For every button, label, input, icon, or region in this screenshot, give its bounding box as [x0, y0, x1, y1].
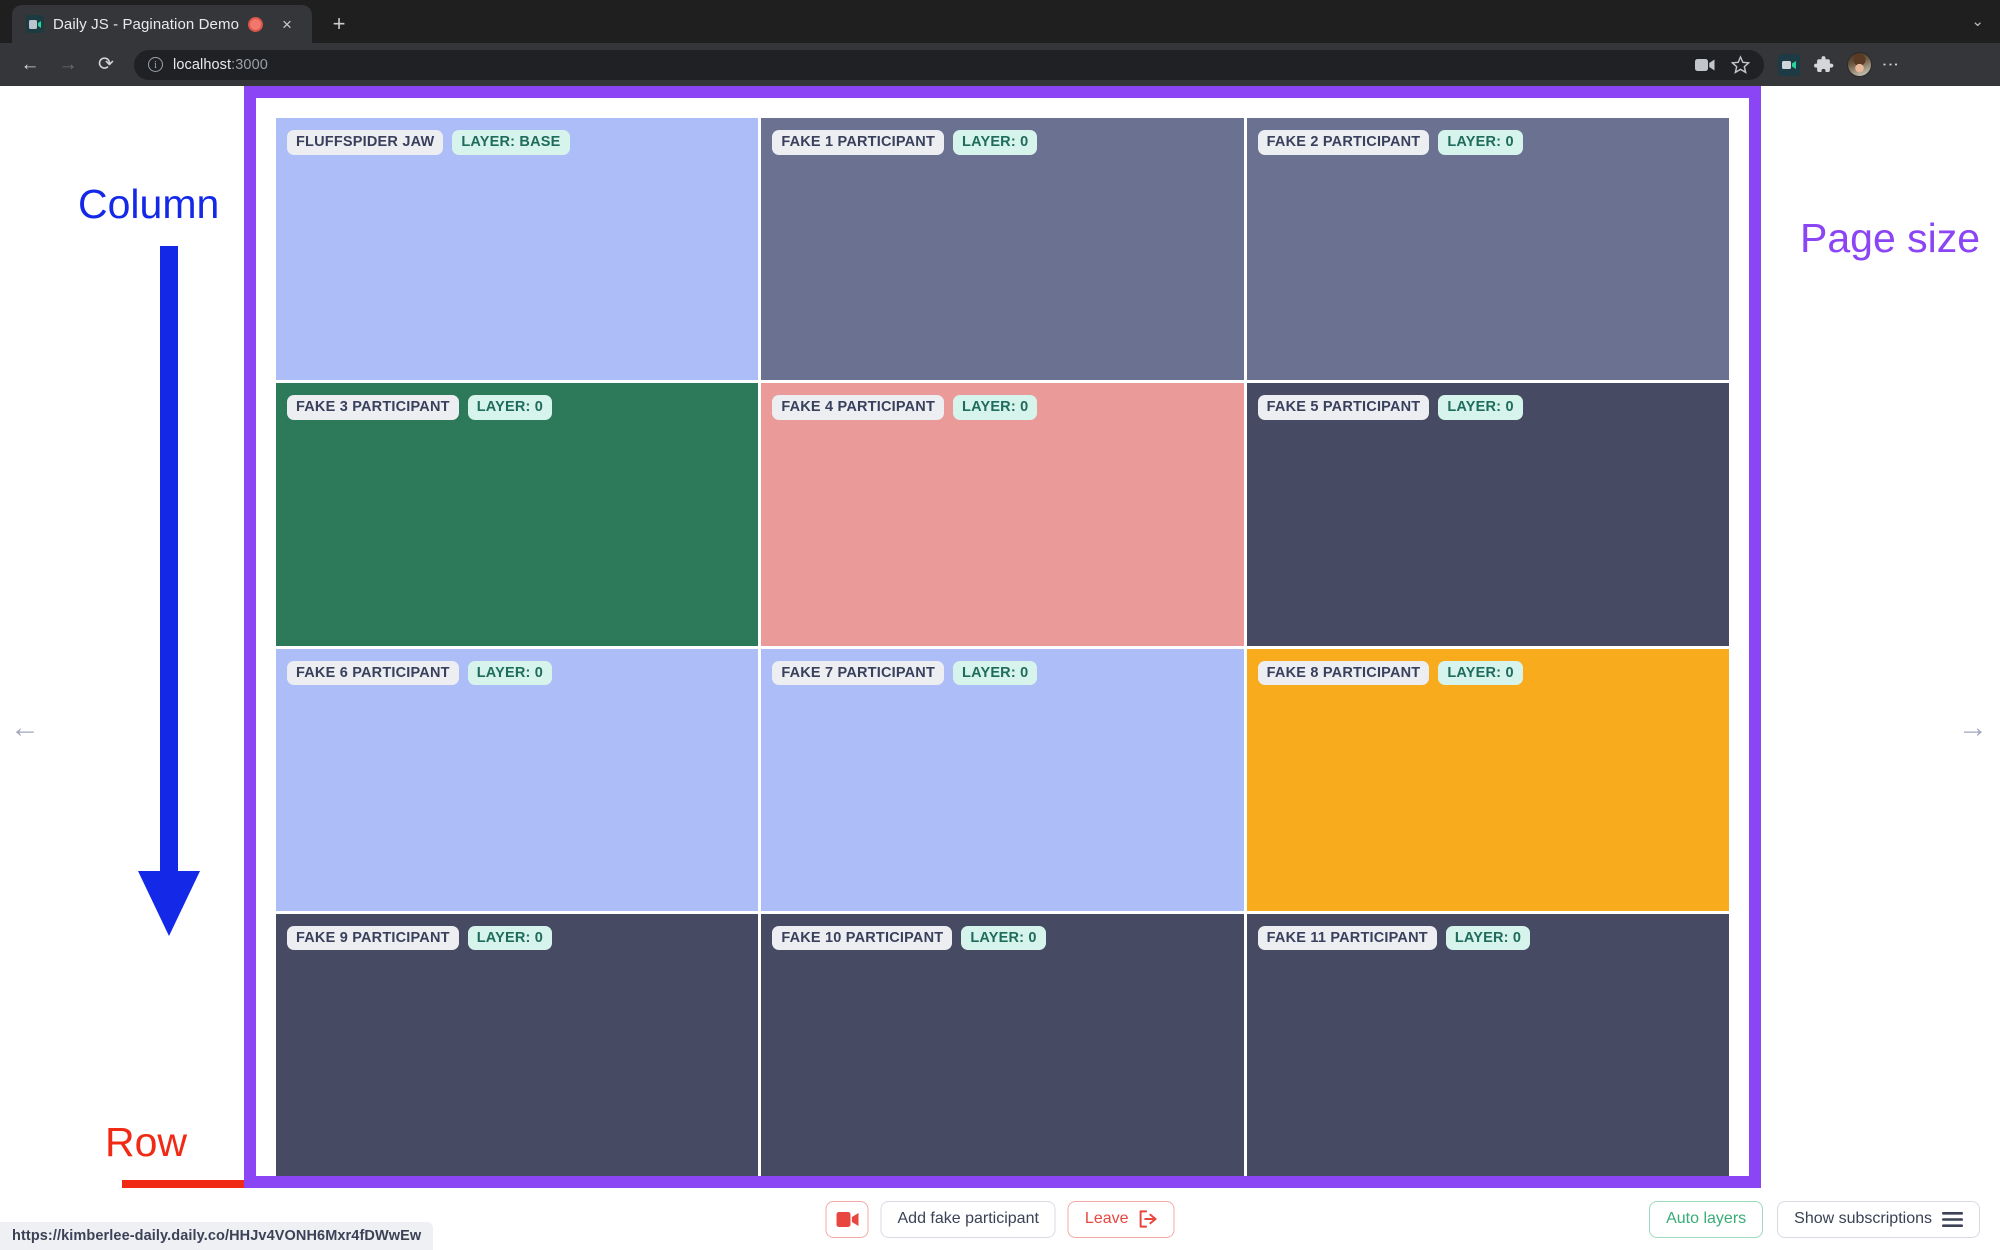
- tile-label-group: FAKE 9 PARTICIPANT LAYER: 0: [287, 925, 553, 951]
- participant-layer-badge: LAYER: 0: [961, 925, 1046, 951]
- participant-name-badge: FAKE 10 PARTICIPANT: [772, 925, 953, 951]
- tile-label-group: FAKE 7 PARTICIPANT LAYER: 0: [772, 660, 1038, 686]
- url-port: :3000: [231, 56, 268, 73]
- participant-name-badge: FAKE 11 PARTICIPANT: [1257, 925, 1437, 951]
- status-bar-link: https://kimberlee-daily.daily.co/HHJv4VO…: [0, 1222, 434, 1250]
- back-button[interactable]: ←: [14, 49, 46, 81]
- browser-toolbar: ← → ⟳ i localhost:3000 ⋮: [0, 43, 2000, 86]
- participant-name-badge: FAKE 7 PARTICIPANT: [772, 660, 945, 686]
- annotation-column-label: Column: [78, 181, 220, 227]
- participant-layer-badge: LAYER: 0: [1438, 660, 1523, 686]
- participant-name-badge: FAKE 6 PARTICIPANT: [287, 660, 459, 686]
- bookmark-star-icon[interactable]: [1731, 55, 1750, 74]
- participant-layer-badge: LAYER: BASE: [452, 130, 570, 155]
- reload-button[interactable]: ⟳: [90, 49, 122, 81]
- participant-name-badge: FAKE 5 PARTICIPANT: [1257, 395, 1430, 420]
- participant-name-badge: FAKE 2 PARTICIPANT: [1257, 130, 1430, 155]
- address-bar-url: localhost:3000: [173, 57, 268, 73]
- video-camera-icon: [835, 1211, 858, 1227]
- tile-label-group: FAKE 6 PARTICIPANT LAYER: 0: [287, 660, 553, 686]
- forward-button[interactable]: →: [52, 49, 84, 81]
- camera-icon[interactable]: [1695, 58, 1715, 72]
- show-subscriptions-label: Show subscriptions: [1794, 1210, 1932, 1227]
- close-icon[interactable]: ×: [276, 13, 298, 35]
- profile-avatar[interactable]: [1847, 52, 1872, 77]
- participant-layer-badge: LAYER: 0: [467, 395, 553, 420]
- video-tile[interactable]: FAKE 8 PARTICIPANT LAYER: 0: [1246, 648, 1729, 911]
- tile-label-group: FAKE 5 PARTICIPANT LAYER: 0: [1257, 395, 1523, 420]
- video-tile[interactable]: FAKE 4 PARTICIPANT LAYER: 0: [761, 383, 1244, 646]
- participant-layer-badge: LAYER: 0: [467, 660, 553, 686]
- video-grid: FLUFFSPIDER JAW LAYER: BASE FAKE 1 PARTICI…: [276, 118, 1729, 1176]
- show-subscriptions-button[interactable]: Show subscriptions: [1777, 1200, 1980, 1238]
- video-tile[interactable]: FAKE 3 PARTICIPANT LAYER: 0: [276, 383, 759, 646]
- url-host: localhost: [173, 56, 232, 73]
- participant-name-badge: FAKE 8 PARTICIPANT: [1257, 660, 1430, 686]
- call-controls-center: Add fake participant Leave: [825, 1200, 1175, 1238]
- tile-label-group: FAKE 2 PARTICIPANT LAYER: 0: [1257, 130, 1523, 155]
- browser-tab[interactable]: Daily JS - Pagination Demo ×: [12, 5, 312, 43]
- video-tile[interactable]: FAKE 11 PARTICIPANT LAYER: 0: [1246, 913, 1729, 1176]
- participant-name-badge: FAKE 3 PARTICIPANT: [287, 395, 459, 420]
- chrome-menu-kebab-icon[interactable]: ⋮: [1881, 56, 1900, 73]
- auto-layers-button[interactable]: Auto layers: [1649, 1200, 1764, 1238]
- participant-layer-badge: LAYER: 0: [1438, 395, 1523, 420]
- site-info-icon[interactable]: i: [148, 57, 163, 72]
- recording-dot-icon: [248, 16, 264, 32]
- leave-button[interactable]: Leave: [1067, 1200, 1175, 1238]
- pagination-prev-button[interactable]: ←: [10, 713, 40, 743]
- new-tab-button[interactable]: +: [322, 7, 356, 41]
- annotation-row-label: Row: [105, 1119, 188, 1165]
- participant-name-badge: FAKE 9 PARTICIPANT: [287, 925, 459, 951]
- annotation-column-arrow: [138, 246, 200, 936]
- tab-strip: Daily JS - Pagination Demo × + ⌄: [0, 0, 2000, 43]
- page-size-frame: FLUFFSPIDER JAW LAYER: BASE FAKE 1 PARTICI…: [244, 86, 1761, 1188]
- hamburger-menu-icon: [1942, 1211, 1963, 1227]
- daily-video-icon: [26, 15, 44, 33]
- annotation-page-size-label: Page size: [1800, 215, 1981, 261]
- participant-layer-badge: LAYER: 0: [1445, 925, 1531, 951]
- camera-toggle-button[interactable]: [825, 1200, 869, 1238]
- participant-layer-badge: LAYER: 0: [1438, 130, 1523, 155]
- leave-label: Leave: [1084, 1210, 1129, 1227]
- tab-title: Daily JS - Pagination Demo: [53, 15, 240, 33]
- video-tile[interactable]: FAKE 10 PARTICIPANT LAYER: 0: [761, 913, 1244, 1176]
- participant-name-badge: FAKE 1 PARTICIPANT: [772, 130, 945, 155]
- call-controls-right: Auto layers Show subscriptions: [1649, 1200, 1980, 1238]
- tile-label-group: FAKE 1 PARTICIPANT LAYER: 0: [772, 130, 1038, 155]
- video-tile[interactable]: FAKE 6 PARTICIPANT LAYER: 0: [276, 648, 759, 911]
- add-fake-participant-button[interactable]: Add fake participant: [880, 1200, 1056, 1238]
- video-tile[interactable]: FLUFFSPIDER JAW LAYER: BASE: [276, 118, 759, 381]
- pagination-next-button[interactable]: →: [1958, 713, 1988, 743]
- video-tile[interactable]: FAKE 1 PARTICIPANT LAYER: 0: [761, 118, 1244, 381]
- participant-layer-badge: LAYER: 0: [467, 925, 553, 951]
- tile-label-group: FAKE 10 PARTICIPANT LAYER: 0: [772, 925, 1046, 951]
- extensions-puzzle-icon[interactable]: [1813, 54, 1834, 75]
- page-content: Column Row Page size ← → FLUFFSPIDER JAW…: [0, 86, 2000, 1250]
- participant-name-badge: FAKE 4 PARTICIPANT: [772, 395, 945, 420]
- daily-extension-icon[interactable]: [1778, 53, 1800, 76]
- tile-label-group: FAKE 8 PARTICIPANT LAYER: 0: [1257, 660, 1523, 686]
- participant-layer-badge: LAYER: 0: [953, 130, 1038, 155]
- chevron-down-icon[interactable]: ⌄: [1971, 12, 1984, 30]
- tile-label-group: FAKE 4 PARTICIPANT LAYER: 0: [772, 395, 1038, 420]
- participant-name-badge: FLUFFSPIDER JAW: [287, 130, 444, 155]
- leave-exit-icon: [1139, 1210, 1157, 1228]
- toolbar-extension-icons: ⋮: [1778, 52, 1900, 77]
- address-bar[interactable]: i localhost:3000: [134, 49, 1764, 80]
- participant-layer-badge: LAYER: 0: [953, 660, 1038, 686]
- browser-window: Daily JS - Pagination Demo × + ⌄ ← → ⟳ i…: [0, 0, 2000, 1250]
- video-tile[interactable]: FAKE 5 PARTICIPANT LAYER: 0: [1246, 383, 1729, 646]
- tile-label-group: FAKE 3 PARTICIPANT LAYER: 0: [287, 395, 553, 420]
- video-tile[interactable]: FAKE 2 PARTICIPANT LAYER: 0: [1246, 118, 1729, 381]
- participant-layer-badge: LAYER: 0: [953, 395, 1038, 420]
- tile-label-group: FAKE 11 PARTICIPANT LAYER: 0: [1257, 925, 1531, 951]
- video-tile[interactable]: FAKE 7 PARTICIPANT LAYER: 0: [761, 648, 1244, 911]
- tile-label-group: FLUFFSPIDER JAW LAYER: BASE: [287, 130, 570, 155]
- video-tile[interactable]: FAKE 9 PARTICIPANT LAYER: 0: [276, 913, 759, 1176]
